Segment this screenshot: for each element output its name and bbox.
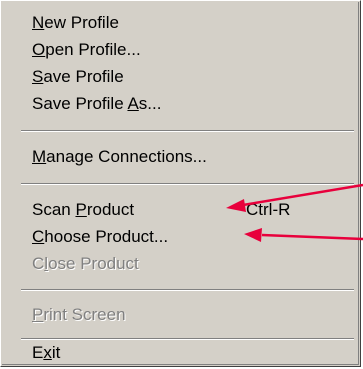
menu-separator xyxy=(21,289,354,291)
menu-item-close-product: Close Product xyxy=(32,254,139,273)
menu-item-manage-connections[interactable]: Manage Connections... xyxy=(32,147,207,169)
file-menu: New Profile Open Profile... Save Profile… xyxy=(0,0,361,367)
menu-item-scan-product[interactable]: Scan Product xyxy=(32,200,134,222)
menu-item-exit[interactable]: Exit xyxy=(32,343,60,365)
menu-item-open-profile[interactable]: Open Profile... xyxy=(32,40,141,62)
menu-separator xyxy=(21,183,354,185)
menu-separator xyxy=(21,130,354,132)
menu-separator xyxy=(21,338,354,340)
menu-item-choose-product[interactable]: Choose Product... xyxy=(32,227,168,249)
menu-item-save-profile-as[interactable]: Save Profile As... xyxy=(32,94,161,116)
menu-item-print-screen: Print Screen xyxy=(32,305,126,324)
menu-item-save-profile[interactable]: Save Profile xyxy=(32,67,124,89)
menu-item-new-profile[interactable]: New Profile xyxy=(32,13,119,35)
shortcut-ctrl-r: Ctrl-R xyxy=(246,200,291,219)
